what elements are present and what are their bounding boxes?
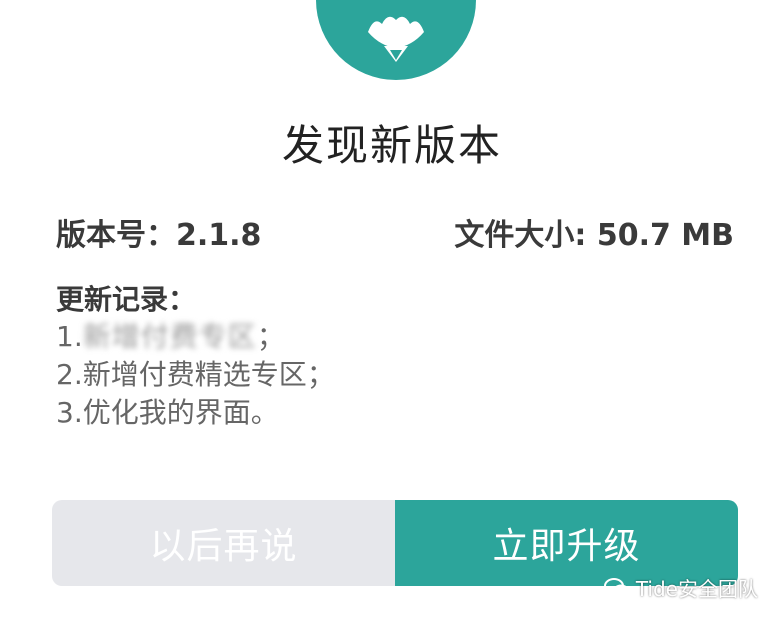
version-label: 版本号：2.1.8 xyxy=(56,218,262,253)
later-button[interactable]: 以后再说 xyxy=(52,500,395,586)
app-logo xyxy=(316,0,476,80)
release-note-prefix: 1. xyxy=(56,320,83,353)
file-size-label: 文件大小: 50.7 MB xyxy=(454,218,734,253)
release-note-blurred-text: 新增付费专区 xyxy=(82,320,257,353)
wechat-icon xyxy=(603,577,629,597)
release-notes-title: 更新记录： xyxy=(56,283,197,316)
release-note-item: 3.优化我的界面。 xyxy=(56,396,279,429)
release-note-item: 2.新增付费精选专区； xyxy=(56,358,335,391)
dialog-title: 发现新版本 xyxy=(281,121,502,170)
rocket-icon xyxy=(368,16,424,62)
watermark-text: Tide安全团队 xyxy=(635,577,758,601)
watermark: Tide安全团队 xyxy=(603,573,758,602)
release-note-suffix: ； xyxy=(256,320,285,353)
release-note-item: 1.新增付费专区； xyxy=(56,318,335,356)
release-notes: 1.新增付费专区； 2.新增付费精选专区； 3.优化我的界面。 xyxy=(56,318,335,432)
